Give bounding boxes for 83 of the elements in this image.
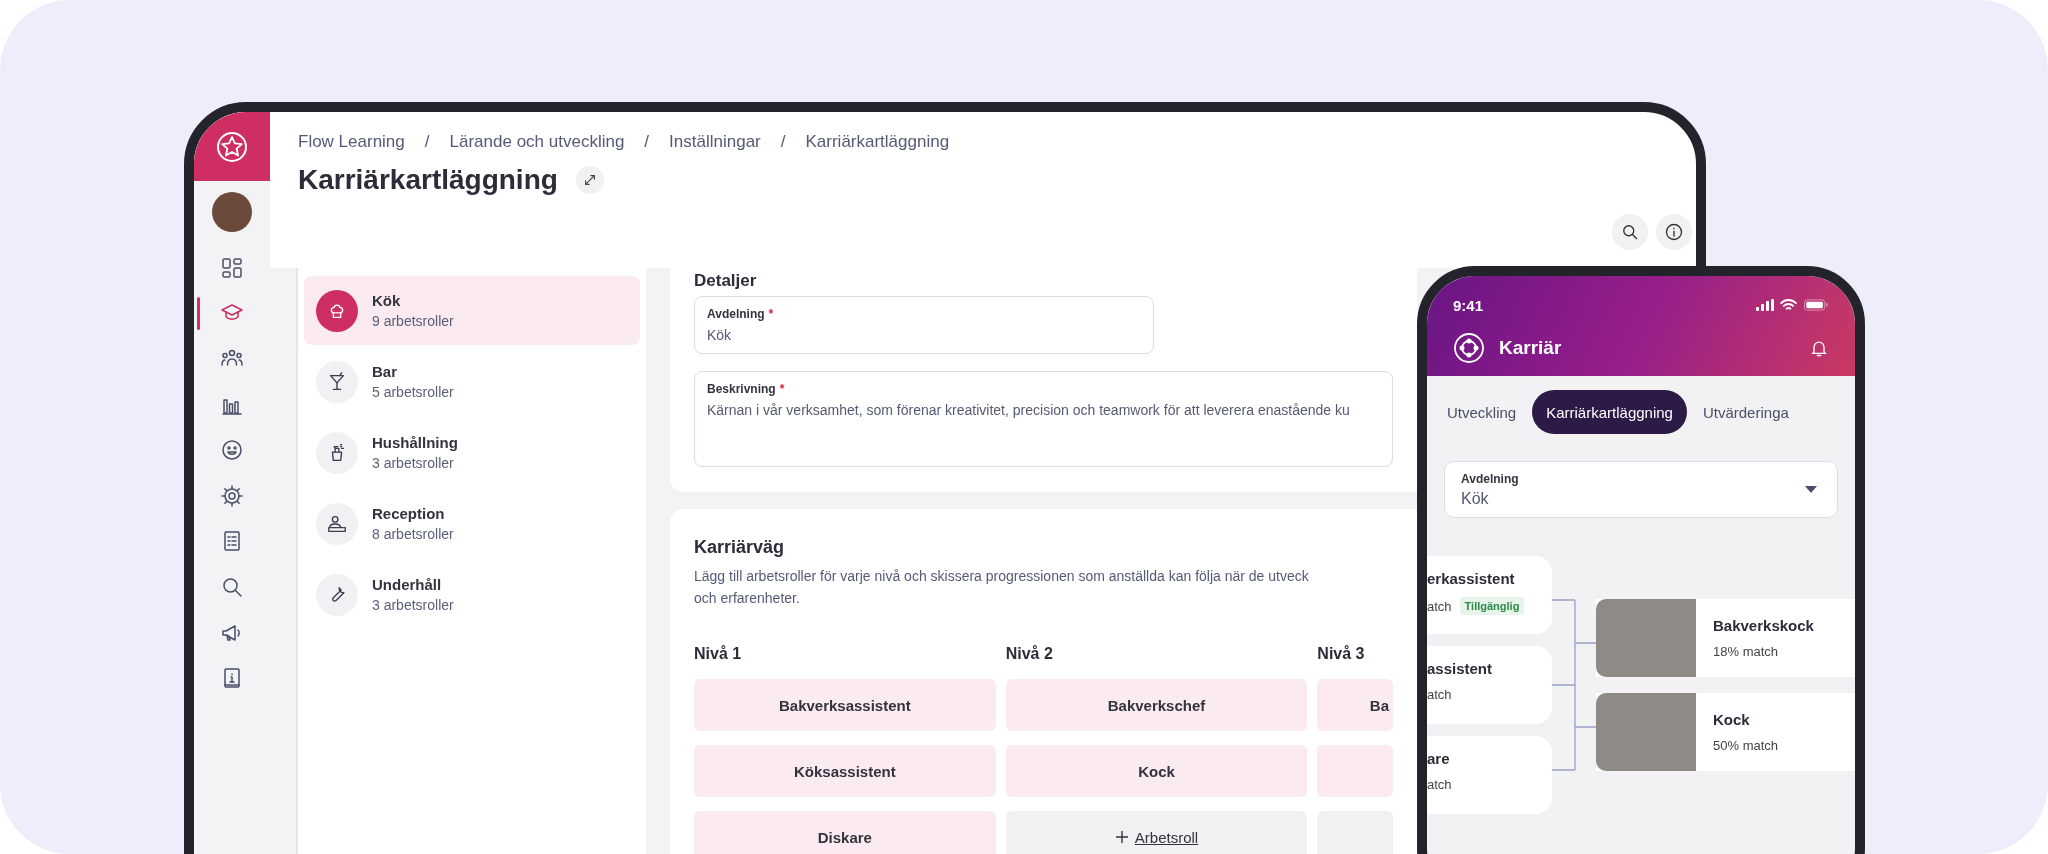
role-card[interactable]: erkassistent atch Tillgänglig [1427,556,1552,634]
tab[interactable]: Karriärkartläggning [1532,390,1687,434]
text-field[interactable]: Beskrivning * Kärnan i vår verksamhet, som förenar kreativitet, precision och teamwork för att leverera enastående ku [694,371,1393,467]
role-name: are [1427,750,1451,767]
avatar[interactable] [212,192,252,232]
breadcrumb-separator: / [644,132,650,152]
role-name: Kock [1713,711,1751,728]
field-value: Kök [1461,489,1490,508]
job-role-card[interactable]: Köksassistent [694,745,996,797]
department-name: Underhåll [372,576,443,593]
battery-icon [1803,299,1829,311]
match-text: atch [1427,687,1452,702]
text-field[interactable]: Avdelning * Kök [694,296,1154,354]
job-role-card[interactable]: Ba [1317,679,1393,731]
role-card[interactable]: Kock 50% match [1596,693,1855,771]
field-value: Kärnan i vår verksamhet, som förenar kreativitet, precision och teamwork för att leverera enastående ku [707,402,1351,418]
department-item[interactable]: Kök 9 arbetsroller [304,276,640,345]
role-card[interactable]: Bakverkskock 18% match [1596,599,1855,677]
search-icon [1620,222,1640,242]
match-text: 18% match [1713,644,1780,659]
wifi-icon [1780,299,1797,311]
department-item[interactable]: Reception 8 arbetsroller [304,489,640,558]
role-count: 5 arbetsroller [372,384,454,400]
breadcrumb-link[interactable]: Karriärkartläggning [805,132,950,152]
match-text: atch [1427,598,1452,614]
role-name: erkassistent [1427,570,1516,587]
card-title: Detaljer [694,270,758,292]
breadcrumb-link[interactable]: Lärande och utveckling [449,132,625,152]
card-title: Karriärväg [694,536,786,559]
status-time: 9:41 [1453,296,1484,314]
card-description: Lägg till arbetsroller för varje nivå och skissera progressionen som anställda kan följa när de utveck och erfarenheter. [694,567,1310,608]
department-name: Reception [372,505,446,522]
department-name: Hushållning [372,434,458,451]
breadcrumb-separator: / [424,132,430,152]
job-role-card[interactable]: Diskare [694,811,996,854]
search-button[interactable] [1612,214,1648,250]
job-role-card[interactable]: Kock [1005,745,1308,797]
role-count: 8 arbetsroller [372,526,454,542]
job-role-card[interactable]: Bakverksassistent [694,679,996,731]
match-text: atch [1427,777,1452,792]
level-heading: Nivå 3 [1317,645,1366,664]
field-label: Beskrivning * [707,382,786,396]
add-role-button[interactable]: Arbetsroll [1005,811,1308,854]
department-name: Bar [372,363,398,380]
field-label: Avdelning [1461,471,1519,486]
smiley-icon [220,438,244,463]
role-count: 9 arbetsroller [372,313,454,329]
expand-button[interactable] [575,166,604,194]
grid-icon [220,255,244,280]
tab[interactable]: Utvärderinga [1702,390,1789,434]
role-count: 3 arbetsroller [372,455,455,471]
role-card[interactable]: are atch [1427,736,1552,814]
field-value: Kök [707,327,733,343]
breadcrumb-separator: / [780,132,786,152]
level-heading: Nivå 2 [1005,645,1054,664]
role-name: Bakverkskock [1713,617,1814,634]
plus-icon [1114,830,1129,844]
caret-icon [1805,485,1817,494]
department-item[interactable]: Hushållning 3 arbetsroller [304,418,640,487]
app-title: Karriär [1499,337,1563,359]
level-heading: Nivå 1 [694,645,743,664]
match-text: 50% match [1713,738,1779,753]
settings-icon [220,483,244,508]
field-label: Avdelning * [707,307,775,321]
role-name: assistent [1427,660,1494,677]
expand-icon [582,173,597,187]
page-title: Karriärkartläggning [298,164,558,196]
role-count: 3 arbetsroller [372,597,454,613]
info-button[interactable] [1656,214,1692,250]
department-name: Kök [372,292,402,309]
job-role-card[interactable]: Bakverkschef [1005,679,1308,731]
department-dropdown[interactable]: Avdelning Kök [1444,461,1838,518]
department-item[interactable]: Underhåll 3 arbetsroller [304,560,640,629]
breadcrumb-link[interactable]: Flow Learning [298,132,405,152]
star-logo-icon [216,130,248,163]
breadcrumb-link[interactable]: Inställningar [669,132,761,152]
tab[interactable]: Utveckling [1447,390,1517,434]
career-logo-icon [1453,332,1485,364]
signal-icon [1756,299,1774,311]
status-badge: Tillgänglig [1459,597,1525,615]
info-icon [1664,222,1684,242]
department-item[interactable]: Bar 5 arbetsroller [304,347,640,416]
role-card[interactable]: assistent atch [1427,646,1552,724]
